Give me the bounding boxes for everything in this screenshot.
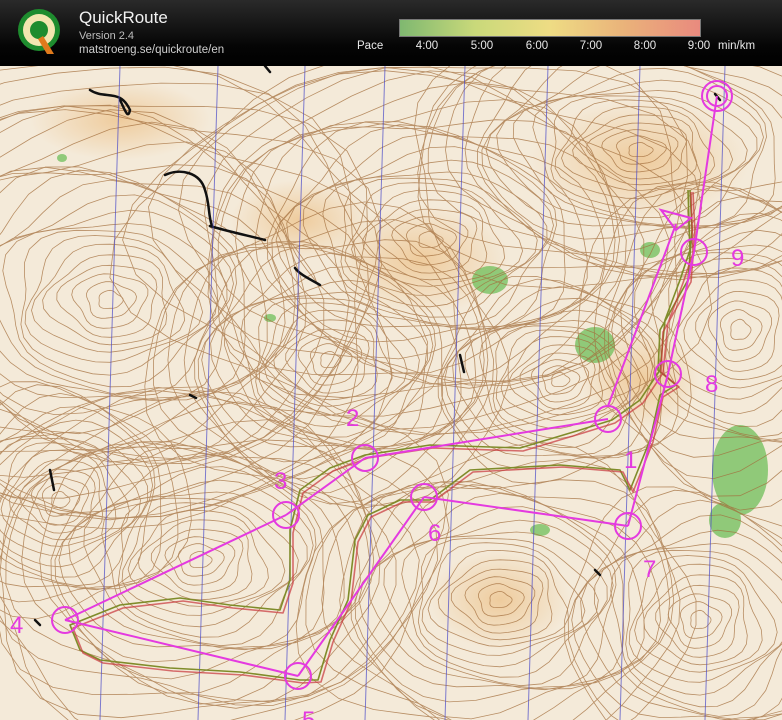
- pace-legend-label: Pace: [357, 40, 384, 52]
- control-label-5: 5: [302, 707, 315, 720]
- app-version: Version 2.4: [79, 30, 135, 42]
- pace-color-scale: [399, 19, 701, 37]
- pace-tick: 9:00: [687, 40, 711, 52]
- control-label-6: 6: [428, 520, 441, 547]
- control-label-7: 7: [643, 556, 656, 583]
- pace-tick: 8:00: [633, 40, 657, 52]
- control-label-4: 4: [10, 612, 23, 639]
- control-label-2: 2: [346, 405, 359, 432]
- pace-tick: 5:00: [470, 40, 494, 52]
- pace-tick: 7:00: [579, 40, 603, 52]
- control-label-3: 3: [274, 468, 287, 495]
- app-title: QuickRoute: [79, 8, 168, 27]
- quickroute-window: QuickRoute Version 2.4 matstroeng.se/qui…: [0, 0, 782, 720]
- control-label-9: 9: [731, 245, 744, 272]
- control-label-8: 8: [705, 371, 718, 398]
- header-bar: QuickRoute Version 2.4 matstroeng.se/qui…: [0, 0, 782, 67]
- app-url-link[interactable]: matstroeng.se/quickroute/en: [79, 44, 224, 56]
- orienteering-map[interactable]: 1 2 3 4 5 6 7 8 9: [0, 66, 782, 720]
- control-label-1: 1: [624, 447, 637, 474]
- pace-tick: 4:00: [415, 40, 439, 52]
- quickroute-logo-icon: [18, 9, 60, 54]
- pace-tick: 6:00: [525, 40, 549, 52]
- pace-unit-label: min/km: [718, 40, 756, 52]
